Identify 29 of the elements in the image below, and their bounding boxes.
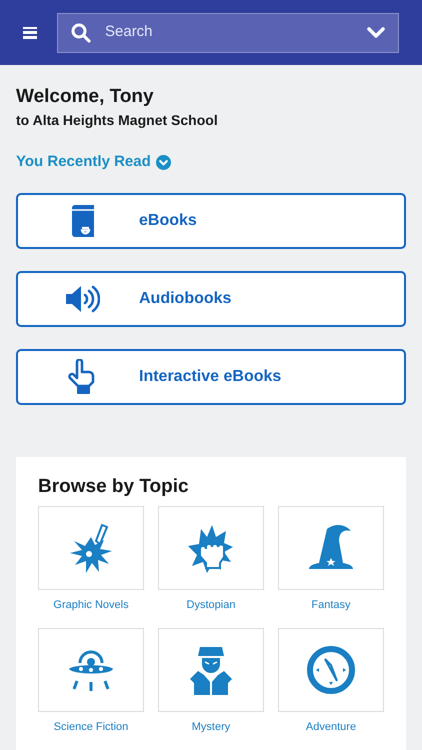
welcome-heading: Welcome, Tony [16, 85, 155, 109]
search-field[interactable]: Search [105, 21, 353, 44]
book-icon [70, 205, 96, 238]
section-heading: Browse by Topic [38, 475, 190, 499]
search-bar[interactable]: Search [57, 12, 399, 52]
topic-label[interactable]: Dystopian [186, 597, 236, 614]
chevron-down-icon[interactable] [367, 26, 385, 38]
search-icon [71, 22, 91, 42]
starburst-icon [68, 523, 114, 573]
speaker-icon [66, 285, 100, 314]
topic-label[interactable]: Adventure [306, 718, 356, 735]
menu-icon[interactable] [23, 26, 37, 38]
topic-tile[interactable] [158, 628, 264, 712]
format-button[interactable]: eBooks [16, 193, 406, 250]
recently-read-toggle[interactable]: You Recently Read [16, 150, 171, 174]
topic-tile[interactable] [38, 506, 144, 590]
topic-tile[interactable] [278, 506, 384, 590]
topic-tile[interactable] [278, 628, 384, 712]
compass-icon [307, 646, 355, 694]
topic-label[interactable]: Mystery [192, 718, 230, 735]
school-name: to Alta Heights Magnet School [16, 110, 219, 130]
detective-icon [188, 644, 234, 694]
format-button[interactable]: Interactive eBooks [16, 349, 406, 406]
topic-tile[interactable] [38, 628, 144, 712]
format-button[interactable]: Audiobooks [16, 271, 406, 328]
topic-label[interactable]: Graphic Novels [53, 597, 129, 614]
topic-label[interactable]: Science Fiction [54, 718, 128, 735]
topic-tile[interactable] [158, 506, 264, 590]
topic-label[interactable]: Fantasy [311, 597, 351, 614]
